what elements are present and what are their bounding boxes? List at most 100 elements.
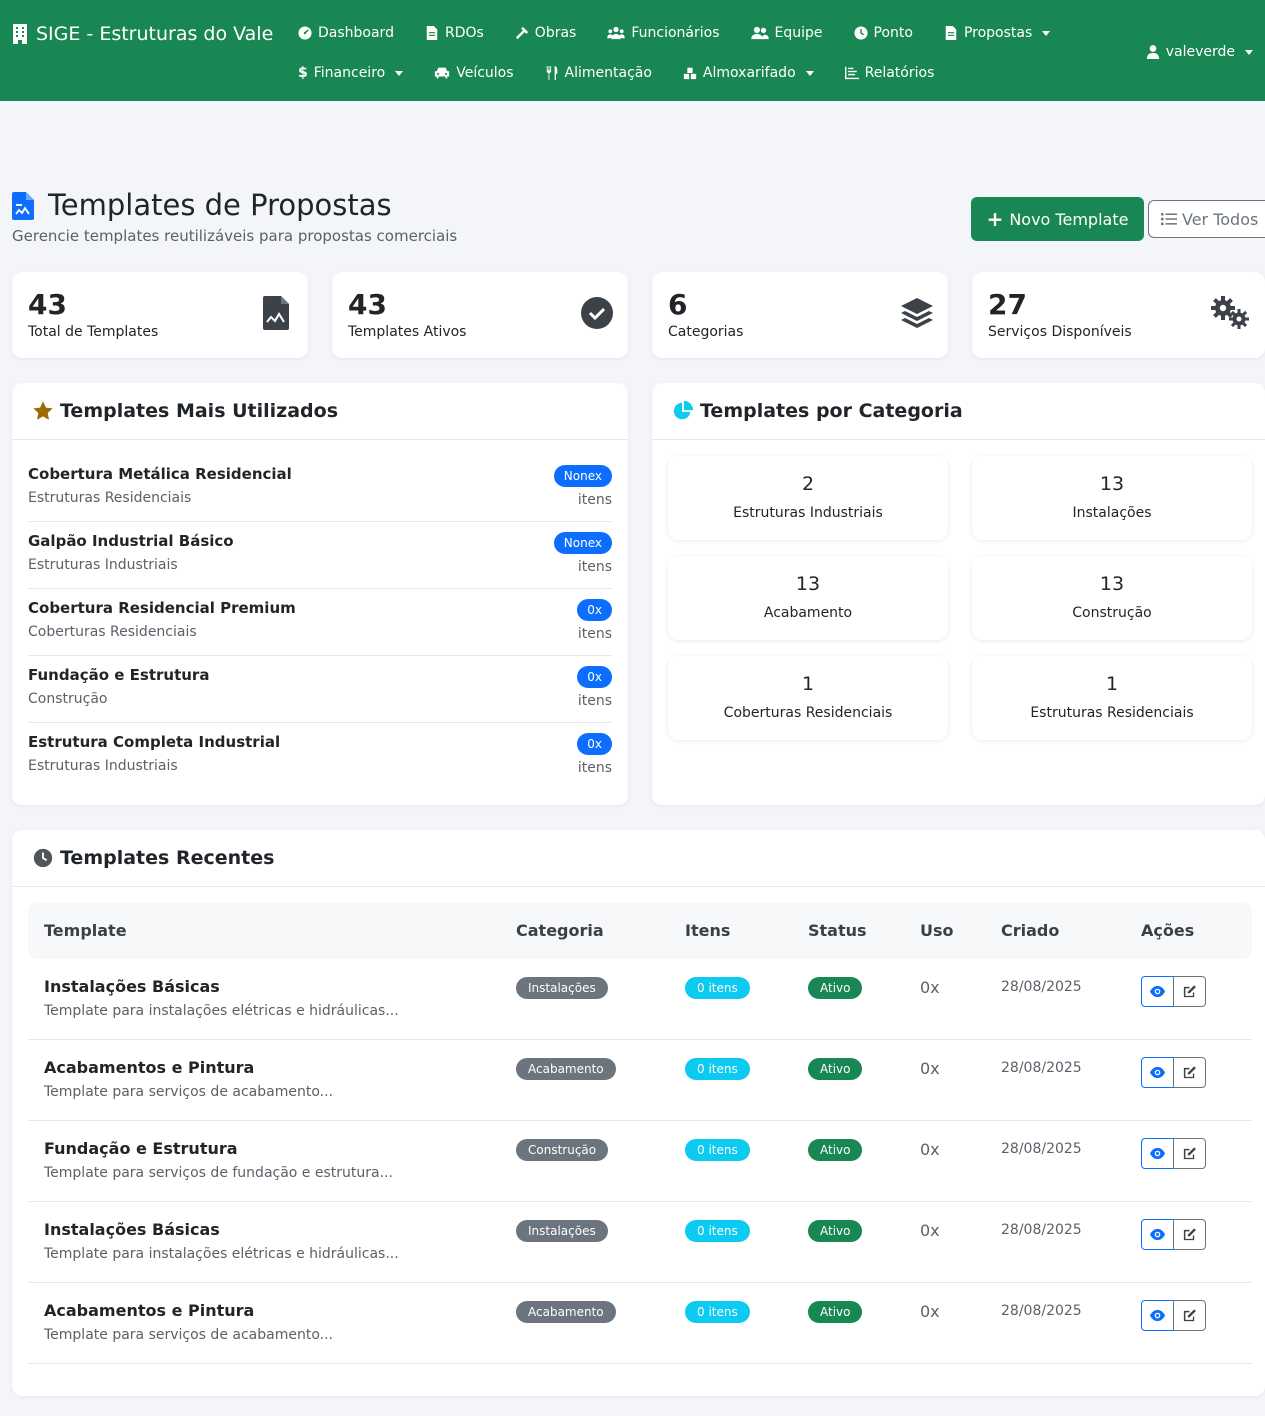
new-template-button[interactable]: + Novo Template xyxy=(971,197,1144,241)
table-row: Acabamentos e Pintura Template para serv… xyxy=(28,1040,1252,1121)
category-box[interactable]: 1 Estruturas Residenciais xyxy=(972,656,1252,740)
nav-label: Veículos xyxy=(456,65,514,81)
eye-icon xyxy=(1150,1309,1165,1322)
view-all-button[interactable]: Ver Todos xyxy=(1148,200,1265,238)
usage-count: 0x xyxy=(920,1221,940,1240)
edit-icon xyxy=(1183,1147,1196,1160)
brand-name: SIGE - Estruturas do Vale xyxy=(36,23,274,45)
stat-label: Categorias xyxy=(668,324,744,340)
items-unit: itens xyxy=(577,559,612,575)
template-name: Fundação e Estrutura xyxy=(28,666,210,684)
nav-equipe[interactable]: Equipe xyxy=(750,25,823,41)
nav-obras[interactable]: Obras xyxy=(515,25,576,41)
view-button[interactable] xyxy=(1141,1057,1174,1088)
view-button[interactable] xyxy=(1141,1138,1174,1169)
view-button[interactable] xyxy=(1141,1219,1174,1250)
eye-icon xyxy=(1150,985,1165,998)
edit-button[interactable] xyxy=(1173,1219,1206,1250)
status-badge: Ativo xyxy=(808,1139,863,1161)
nav-rdos[interactable]: RDOs xyxy=(425,25,484,41)
list-item[interactable]: Estrutura Completa Industrial Estruturas… xyxy=(28,723,612,790)
view-button[interactable] xyxy=(1141,976,1174,1007)
category-box[interactable]: 13 Acabamento xyxy=(668,556,948,640)
nav-relatorios[interactable]: Relatórios xyxy=(844,65,934,81)
category-box[interactable]: 13 Instalações xyxy=(972,456,1252,540)
template-name: Estrutura Completa Industrial xyxy=(28,733,281,751)
nav-alimentacao[interactable]: Alimentação xyxy=(545,65,652,81)
most-used-panel: Templates Mais Utilizados Cobertura Metá… xyxy=(12,383,628,805)
template-name: Fundação e Estrutura xyxy=(44,1139,238,1158)
list-item[interactable]: Fundação e Estrutura Construção 0x itens xyxy=(28,656,612,723)
template-name: Acabamentos e Pintura xyxy=(44,1301,255,1320)
col-uso: Uso xyxy=(920,921,954,940)
star-icon xyxy=(33,401,53,420)
list-item[interactable]: Cobertura Metálica Residencial Estrutura… xyxy=(28,455,612,522)
template-name: Galpão Industrial Básico xyxy=(28,532,234,550)
list-item[interactable]: Galpão Industrial Básico Estruturas Indu… xyxy=(28,522,612,589)
status-badge: Ativo xyxy=(808,1301,863,1323)
nav-funcionarios[interactable]: Funcionários xyxy=(607,25,720,41)
stat-value: 43 xyxy=(28,288,67,321)
nav-dashboard[interactable]: Dashboard xyxy=(298,25,394,41)
items-badge: 0 itens xyxy=(685,1058,750,1080)
nav-veiculos[interactable]: Veículos xyxy=(434,65,514,81)
col-template: Template xyxy=(44,921,127,940)
usage-count: 0x xyxy=(920,978,940,997)
view-button[interactable] xyxy=(1141,1300,1174,1331)
nav-propostas-dropdown[interactable]: Propostas xyxy=(944,25,1051,41)
edit-button[interactable] xyxy=(1173,1138,1206,1169)
template-description: Template para serviços de fundação e est… xyxy=(44,1165,393,1181)
edit-icon xyxy=(1183,1309,1196,1322)
new-template-label: Novo Template xyxy=(1009,209,1129,229)
table-row: Instalações Básicas Template para instal… xyxy=(28,959,1252,1040)
stat-card-services: 27 Serviços Disponíveis xyxy=(972,272,1265,358)
nav-almoxarifado-dropdown[interactable]: Almoxarifado xyxy=(683,65,814,81)
template-description: Template para instalações elétricas e hi… xyxy=(44,1246,399,1262)
edit-button[interactable] xyxy=(1173,1300,1206,1331)
category-badge: Acabamento xyxy=(516,1058,616,1080)
template-description: Template para instalações elétricas e hi… xyxy=(44,1003,399,1019)
car-icon xyxy=(435,67,450,79)
category-box[interactable]: 13 Construção xyxy=(972,556,1252,640)
document-icon xyxy=(426,26,438,40)
stat-card-total: 43 Total de Templates xyxy=(12,272,308,358)
clock-icon xyxy=(33,848,53,868)
document-icon xyxy=(945,26,957,40)
category-title: Templates por Categoria xyxy=(700,400,963,422)
gears-icon xyxy=(1211,296,1249,329)
category-label: Estruturas Residenciais xyxy=(1030,705,1194,721)
items-unit: itens xyxy=(577,760,612,776)
clock-icon xyxy=(853,26,868,40)
items-unit: itens xyxy=(577,626,612,642)
category-box[interactable]: 2 Estruturas Industriais xyxy=(668,456,948,540)
list-item[interactable]: Cobertura Residencial Premium Coberturas… xyxy=(28,589,612,656)
dollar-icon: $ xyxy=(298,65,308,81)
recent-templates-panel: Templates Recentes Template Categoria It… xyxy=(12,830,1265,1396)
recent-title: Templates Recentes xyxy=(60,847,275,869)
category-box[interactable]: 1 Coberturas Residenciais xyxy=(668,656,948,740)
nav-label: Almoxarifado xyxy=(702,65,796,81)
file-chart-icon xyxy=(263,296,289,330)
brand-link[interactable]: SIGE - Estruturas do Vale xyxy=(12,20,273,48)
edit-icon xyxy=(1183,1066,1196,1079)
nav-financeiro-dropdown[interactable]: $ Financeiro xyxy=(298,65,404,81)
user-menu-dropdown[interactable]: valeverde xyxy=(1146,41,1253,63)
stat-label: Serviços Disponíveis xyxy=(988,324,1132,340)
status-badge: Ativo xyxy=(808,1220,863,1242)
usage-badge: Nonex xyxy=(553,532,612,554)
team-icon xyxy=(750,26,769,40)
recent-header: Templates Recentes xyxy=(12,830,1265,887)
items-badge: 0 itens xyxy=(685,1220,750,1242)
category-label: Coberturas Residenciais xyxy=(723,705,893,721)
category-label: Estruturas Industriais xyxy=(733,505,883,521)
template-name: Instalações Básicas xyxy=(44,977,220,996)
created-date: 28/08/2025 xyxy=(1001,1060,1082,1076)
nav-ponto[interactable]: Ponto xyxy=(853,25,913,41)
category-label: Instalações xyxy=(1072,505,1152,521)
chevron-down-icon xyxy=(395,70,404,76)
items-badge: 0 itens xyxy=(685,1139,750,1161)
edit-button[interactable] xyxy=(1173,976,1206,1007)
items-unit: itens xyxy=(577,492,612,508)
edit-button[interactable] xyxy=(1173,1057,1206,1088)
most-used-header: Templates Mais Utilizados xyxy=(12,383,628,440)
